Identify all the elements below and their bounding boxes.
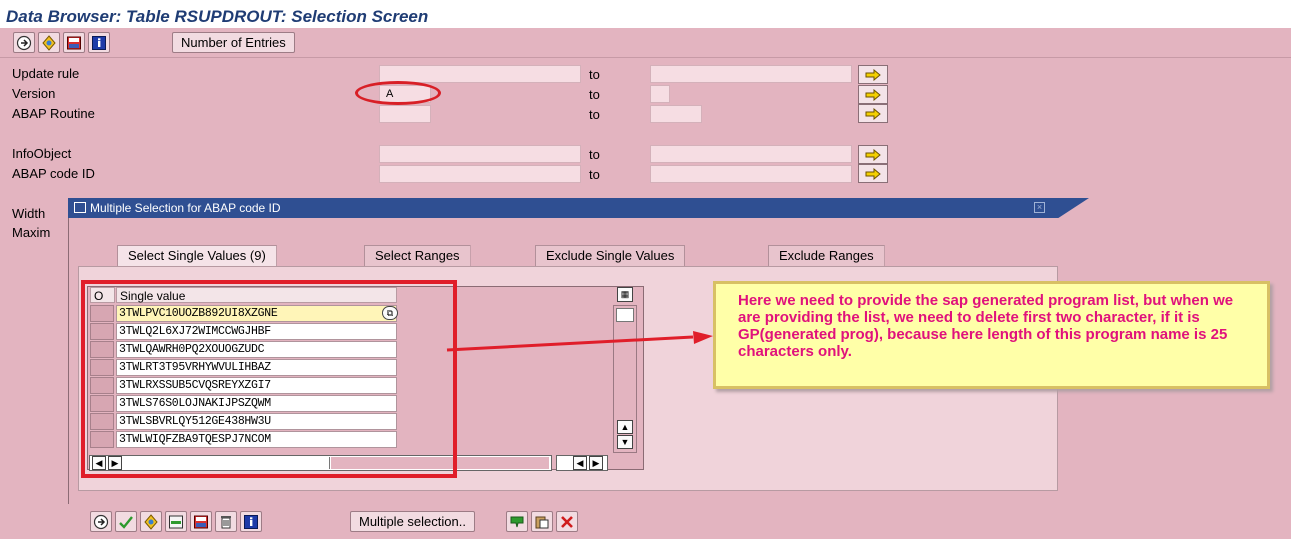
update-rule-multiple-selection-button[interactable]	[858, 65, 888, 84]
abap-routine-to-input[interactable]	[650, 105, 702, 123]
vertical-scrollbar[interactable]: ▲ ▼	[613, 305, 637, 453]
close-icon[interactable]: ×	[1034, 202, 1045, 213]
infoobject-to-input[interactable]	[650, 145, 852, 163]
info-icon[interactable]	[240, 511, 262, 532]
update-rule-label: Update rule	[12, 66, 80, 81]
update-rule-to-input[interactable]	[650, 65, 852, 83]
dialog-title-bar[interactable]: Multiple Selection for ABAP code ID ×	[68, 198, 1089, 218]
scroll-down-icon[interactable]: ▼	[617, 435, 633, 449]
tab-exclude-single-values[interactable]: Exclude Single Values	[535, 245, 686, 267]
tab-select-ranges[interactable]: Select Ranges	[364, 245, 471, 267]
annotation-arrow	[446, 331, 713, 352]
width-label: Width	[12, 206, 46, 221]
annotation-callout: Here we need to provide the sap generate…	[713, 281, 1270, 389]
scroll-left-icon[interactable]: ◀	[573, 456, 587, 470]
infoobject-from-input[interactable]	[379, 145, 581, 163]
abap-routine-multiple-selection-button[interactable]	[858, 104, 888, 123]
version-to-input[interactable]	[650, 85, 670, 103]
page-title: Data Browser: Table RSUPDROUT: Selection…	[6, 7, 429, 26]
tab-exclude-ranges[interactable]: Exclude Ranges	[768, 245, 885, 267]
application-toolbar: Number of Entries	[0, 28, 1291, 58]
abap-routine-from-input[interactable]	[379, 105, 431, 123]
update-rule-from-input[interactable]	[379, 65, 581, 83]
abap-routine-to-label: to	[589, 107, 600, 122]
abap-code-id-from-input[interactable]	[379, 165, 581, 183]
save-icon[interactable]	[190, 511, 212, 532]
horizontal-scrollbar-2[interactable]: ◀ ▶	[556, 455, 608, 471]
scroll-thumb[interactable]	[616, 308, 634, 322]
execute-icon[interactable]	[13, 32, 35, 53]
version-multiple-selection-button[interactable]	[858, 85, 888, 104]
upload-icon[interactable]	[506, 511, 528, 532]
version-to-label: to	[589, 87, 600, 102]
execute-icon[interactable]	[90, 511, 112, 532]
checkmark-icon[interactable]	[115, 511, 137, 532]
scroll-up-icon[interactable]: ▲	[617, 420, 633, 434]
delete-icon[interactable]	[215, 511, 237, 532]
arrow-right-icon	[865, 107, 881, 120]
annotation-rectangle	[81, 280, 457, 478]
save-variant-icon[interactable]	[63, 32, 85, 53]
arrow-right-icon	[865, 68, 881, 81]
abap-code-id-multiple-selection-button[interactable]	[858, 164, 888, 183]
selection-options-icon[interactable]	[38, 32, 60, 53]
multiple-selection-button[interactable]: Multiple selection..	[350, 511, 475, 532]
dialog-title: Multiple Selection for ABAP code ID	[90, 201, 281, 215]
abap-code-id-label: ABAP code ID	[12, 166, 95, 181]
scroll-right-icon[interactable]: ▶	[589, 456, 603, 470]
paste-icon[interactable]	[531, 511, 553, 532]
window-icon	[74, 202, 86, 213]
infoobject-label: InfoObject	[12, 146, 72, 161]
annotation-oval	[355, 81, 441, 105]
infoobject-multiple-selection-button[interactable]	[858, 145, 888, 164]
arrow-right-icon	[865, 167, 881, 180]
arrow-right-icon	[865, 88, 881, 101]
arrow-right-icon	[865, 148, 881, 161]
insert-row-icon[interactable]	[165, 511, 187, 532]
cancel-icon[interactable]	[556, 511, 578, 532]
infoobject-to-label: to	[589, 147, 600, 162]
number-of-entries-button[interactable]: Number of Entries	[172, 32, 295, 53]
version-label: Version	[12, 86, 56, 101]
info-icon[interactable]	[88, 32, 110, 53]
abap-routine-label: ABAP Routine	[12, 106, 95, 121]
tab-select-single-values[interactable]: Select Single Values (9)	[117, 245, 277, 267]
selection-options-icon[interactable]	[140, 511, 162, 532]
maximum-label: Maxim	[12, 225, 51, 240]
abap-code-id-to-input[interactable]	[650, 165, 852, 183]
update-rule-to-label: to	[589, 67, 600, 82]
table-settings-icon[interactable]: ▦	[617, 287, 633, 302]
abap-code-id-to-label: to	[589, 167, 600, 182]
